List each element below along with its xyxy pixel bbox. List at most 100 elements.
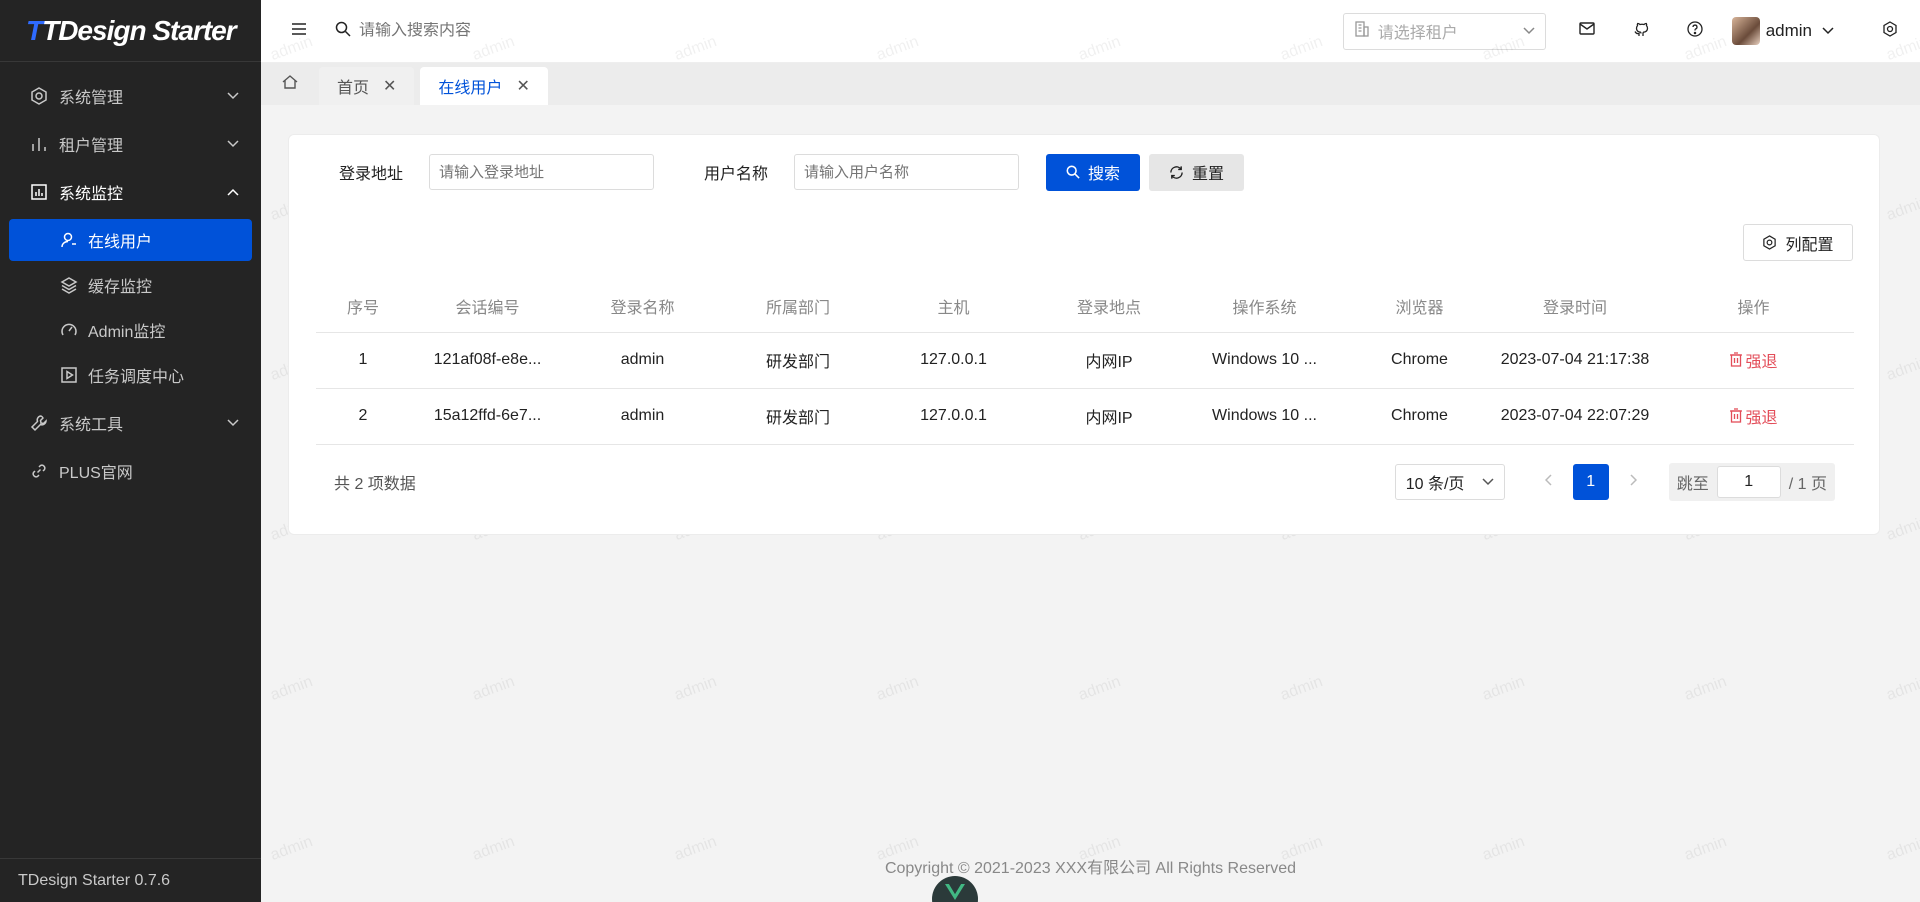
next-page-button[interactable]	[1615, 464, 1651, 500]
pagination: 共 2 项数据 10 条/页 1 跳至 1 / 1 页	[289, 463, 1879, 501]
tab-homepage[interactable]: 首页 ✕	[319, 67, 415, 105]
force-logout-button[interactable]: 强退	[1729, 404, 1778, 428]
github-icon	[1633, 21, 1649, 42]
logo[interactable]: TTDesign Starter	[0, 0, 261, 62]
mail-icon	[1578, 22, 1595, 40]
tab-home[interactable]	[261, 63, 319, 105]
sidebar-item-online-users[interactable]: 在线用户	[9, 219, 252, 261]
col-login-time: 登录时间	[1497, 281, 1653, 333]
sidebar-item-system-management[interactable]: 系统管理	[0, 72, 261, 120]
logo-text: TTDesign Starter	[26, 14, 237, 46]
user-online-icon	[58, 229, 80, 251]
sidebar-item-label: 缓存监控	[88, 279, 153, 296]
col-os: 操作系统	[1187, 281, 1342, 333]
search-input[interactable]	[359, 22, 619, 40]
prev-page-button[interactable]	[1531, 464, 1567, 500]
play-icon	[58, 364, 80, 386]
table-row: 2 15a12ffd-6e7... admin 研发部门 127.0.0.1 内…	[316, 388, 1854, 445]
col-host: 主机	[876, 281, 1031, 333]
sidebar-item-plus-website[interactable]: PLUS官网	[0, 447, 261, 495]
menu-toggle-button[interactable]	[271, 0, 327, 63]
sidebar-item-system-tools[interactable]: 系统工具	[0, 399, 261, 447]
user-name-input[interactable]	[794, 154, 1020, 190]
col-index: 序号	[316, 281, 410, 333]
online-users-table: 序号 会话编号 登录名称 所属部门 主机 登录地点 操作系统 浏览器 登录时间 …	[316, 281, 1854, 445]
page-jumper: 跳至 1 / 1 页	[1668, 463, 1835, 501]
sidebar-item-label: 系统监控	[59, 186, 124, 203]
avatar	[1731, 17, 1760, 45]
watermark-text: admin	[1884, 673, 1920, 704]
sidebar-item-system-monitor[interactable]: 系统监控	[0, 168, 261, 216]
chevron-down-icon	[227, 135, 239, 153]
col-department: 所属部门	[720, 281, 876, 333]
watermark-text: admin	[1278, 673, 1326, 704]
cell-action: 强退	[1653, 388, 1854, 445]
login-address-input[interactable]	[429, 154, 655, 190]
layers-icon	[58, 274, 80, 296]
force-logout-button[interactable]: 强退	[1729, 348, 1778, 372]
cell-browser: Chrome	[1342, 388, 1497, 445]
cell-os: Windows 10 ...	[1187, 388, 1342, 445]
settings-button[interactable]	[1870, 0, 1910, 63]
sidebar-item-admin-monitor[interactable]: Admin监控	[9, 309, 252, 351]
help-button[interactable]	[1668, 0, 1722, 63]
chevron-right-icon	[1629, 473, 1637, 491]
watermark-text: admin	[1076, 673, 1124, 704]
home-icon	[282, 74, 298, 95]
cell-login-location: 内网IP	[1031, 332, 1187, 389]
user-menu[interactable]: admin	[1731, 17, 1834, 45]
watermark-text: admin	[1884, 353, 1920, 384]
close-icon[interactable]: ✕	[383, 76, 396, 96]
header-search	[335, 21, 655, 42]
vue-devtools-button[interactable]	[932, 876, 978, 902]
sidebar-menu: 系统管理 租户管理 系统监控 在线用户 缓存监控 Admin监控 任务调度中心 …	[0, 62, 261, 495]
total-pages: / 1 页	[1788, 476, 1827, 493]
search-button[interactable]: 搜索	[1046, 153, 1141, 191]
sidebar-item-label: 系统管理	[59, 90, 124, 107]
pagination-controls: 10 条/页 1 跳至 1 / 1 页	[1394, 463, 1835, 501]
sidebar-item-tenant-management[interactable]: 租户管理	[0, 120, 261, 168]
filter-form: 登录地址 用户名称 搜索 重置	[289, 153, 1879, 191]
user-name: admin	[1765, 21, 1812, 40]
vue-logo-icon	[945, 884, 965, 902]
sidebar-item-label: 任务调度中心	[88, 369, 185, 386]
page-number-button[interactable]: 1	[1572, 464, 1609, 500]
top-header: 请选择租户 admin	[261, 0, 1920, 63]
jump-page-input[interactable]: 1	[1716, 466, 1781, 498]
search-button-label: 搜索	[1088, 166, 1121, 183]
force-logout-label: 强退	[1745, 409, 1778, 427]
chevron-left-icon	[1544, 473, 1553, 491]
sidebar-item-task-scheduler[interactable]: 任务调度中心	[9, 354, 252, 396]
page-size-select[interactable]: 10 条/页	[1394, 464, 1505, 500]
github-button[interactable]	[1614, 0, 1668, 63]
sidebar-item-label: 在线用户	[88, 234, 153, 251]
wrench-icon	[28, 412, 50, 434]
tenant-select-placeholder: 请选择租户	[1377, 25, 1458, 42]
sidebar-item-cache-monitor[interactable]: 缓存监控	[9, 264, 252, 306]
watermark-text: admin	[1884, 193, 1920, 224]
chart-bar-icon	[28, 133, 50, 155]
reset-button[interactable]: 重置	[1149, 153, 1245, 191]
chevron-down-icon	[1523, 22, 1535, 40]
header-right: 请选择租户 admin	[1342, 0, 1920, 63]
mail-button[interactable]	[1560, 0, 1614, 63]
user-name-label: 用户名称	[704, 166, 769, 183]
cell-session-id: 121af08f-e8e...	[410, 332, 565, 389]
force-logout-label: 强退	[1745, 353, 1778, 371]
cell-department: 研发部门	[720, 332, 876, 389]
close-icon[interactable]: ✕	[516, 76, 529, 96]
table-row: 1 121af08f-e8e... admin 研发部门 127.0.0.1 内…	[316, 332, 1854, 389]
total-count: 共 2 项数据	[334, 476, 416, 493]
column-config-button[interactable]: 列配置	[1743, 224, 1853, 261]
column-config-label: 列配置	[1785, 236, 1834, 254]
jump-label: 跳至	[1676, 476, 1709, 493]
tab-online-users[interactable]: 在线用户 ✕	[420, 67, 548, 105]
tenant-select[interactable]: 请选择租户	[1342, 12, 1546, 50]
search-icon	[335, 21, 351, 42]
tab-label: 首页	[337, 80, 370, 97]
cell-login-time: 2023-07-04 22:07:29	[1497, 388, 1653, 445]
link-icon	[28, 460, 50, 482]
monitor-icon	[28, 181, 50, 203]
cell-login-name: admin	[565, 388, 720, 445]
cell-login-time: 2023-07-04 21:17:38	[1497, 332, 1653, 389]
